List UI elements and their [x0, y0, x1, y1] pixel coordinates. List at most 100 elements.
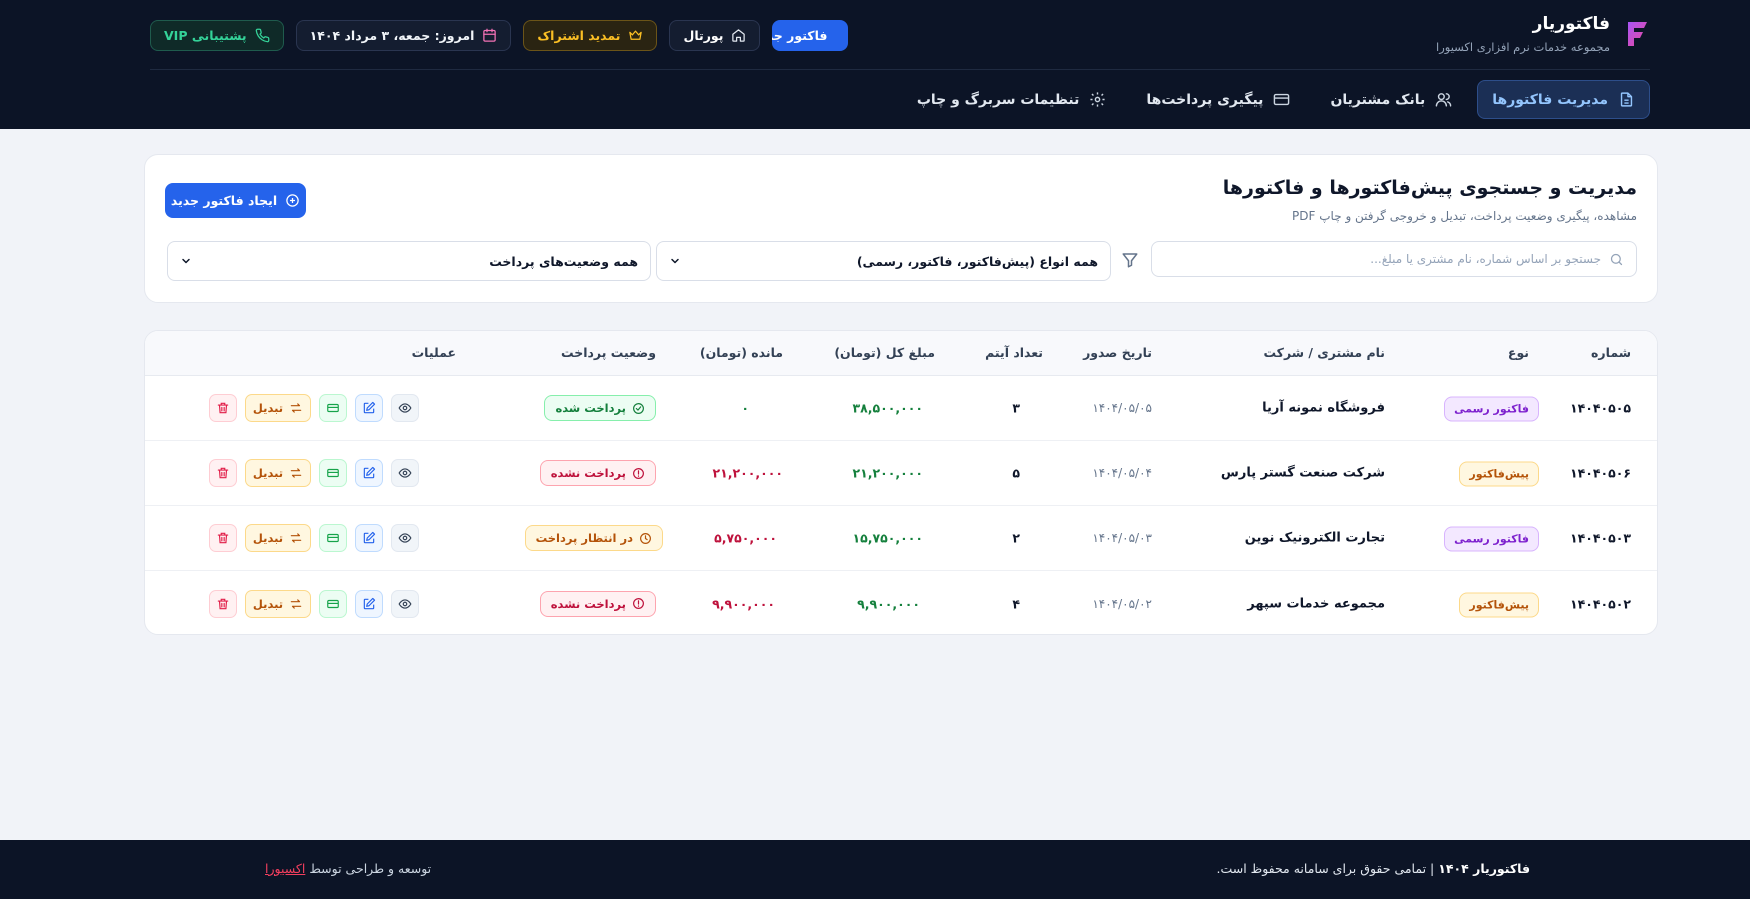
nav-payments-label: پیگیری پرداخت‌ها	[1146, 91, 1264, 108]
brand-subtitle: مجموعه خدمات نرم افزاری اکسیورا	[1436, 40, 1610, 54]
vip-support-button[interactable]: پشتیبانی VIP	[150, 20, 284, 51]
alert-circle-icon	[633, 467, 644, 479]
renew-subscription-button[interactable]: تمدید اشتراک	[523, 20, 658, 51]
view-button[interactable]	[391, 394, 419, 422]
total-amount: ۲۱,۲۰۰,۰۰۰	[852, 465, 923, 481]
credit-card-icon	[327, 403, 339, 413]
vip-support-label: پشتیبانی VIP	[164, 28, 247, 43]
col-type[interactable]: نوع	[1508, 345, 1529, 360]
nav-payments[interactable]: پیگیری پرداخت‌ها	[1131, 80, 1305, 119]
swap-arrows-icon	[290, 403, 302, 413]
search-box	[1151, 241, 1637, 277]
remaining-amount: ۵,۷۵۰,۰۰۰	[714, 530, 777, 546]
delete-button[interactable]	[209, 394, 237, 422]
trash-icon	[217, 598, 229, 609]
nav-customers-label: بانک مشتریان	[1330, 91, 1426, 108]
customer-name: شرکت صنعت گستر پارس	[1220, 465, 1385, 481]
col-number[interactable]: شماره	[1591, 345, 1631, 360]
edit-button[interactable]	[355, 459, 383, 487]
col-status[interactable]: وضعیت پرداخت	[561, 345, 656, 360]
view-button[interactable]	[391, 589, 419, 618]
today-date-badge: امروز: جمعه، ۳ مرداد ۱۴۰۴	[295, 20, 512, 51]
convert-button[interactable]: تبدیل	[245, 394, 311, 422]
item-count: ۳	[1012, 400, 1020, 416]
edit-button[interactable]	[355, 524, 383, 552]
clock-icon	[640, 532, 651, 544]
payment-button[interactable]	[319, 524, 347, 552]
eye-icon	[398, 533, 412, 543]
eye-icon	[398, 403, 412, 413]
convert-button[interactable]: تبدیل	[245, 459, 311, 487]
customer-name: فروشگاه نمونه آریا	[1262, 400, 1385, 416]
view-button[interactable]	[391, 524, 419, 552]
col-customer[interactable]: نام مشتری / شرکت	[1263, 345, 1385, 360]
edit-icon	[363, 401, 376, 414]
calendar-icon	[483, 28, 497, 42]
convert-button[interactable]: تبدیل	[245, 589, 311, 618]
top-actions: پشتیبانی VIP امروز: جمعه، ۳ مرداد ۱۴۰۴ ت…	[150, 20, 849, 51]
row-operations: تبدیل	[209, 459, 419, 487]
delete-button[interactable]	[209, 589, 237, 618]
alert-circle-icon	[633, 598, 644, 609]
crown-icon	[629, 30, 643, 40]
phone-icon	[255, 28, 269, 43]
payment-button[interactable]	[319, 394, 347, 422]
remaining-amount: ۲۱,۲۰۰,۰۰۰	[712, 465, 783, 481]
footer-credit: توسعه و طراحی توسط اکسیورا	[265, 861, 431, 876]
convert-button[interactable]: تبدیل	[245, 524, 311, 552]
credit-card-icon	[1274, 93, 1290, 106]
brand[interactable]: فاکتوریار مجموعه خدمات نرم افزاری اکسیور…	[1436, 14, 1650, 54]
search-input[interactable]	[1164, 252, 1601, 266]
new-invoice-top-button[interactable]: فاکتور جدید	[772, 20, 849, 51]
edit-icon	[363, 597, 376, 609]
search-icon	[1610, 253, 1623, 265]
edit-button[interactable]	[355, 394, 383, 422]
renew-subscription-label: تمدید اشتراک	[537, 28, 621, 43]
table-row: ۱۴۰۴۰۵۰۶ پیش‌فاکتور شرکت صنعت گستر پارس …	[145, 441, 1657, 506]
status-filter-select[interactable]: همه وضعیت‌های پرداخت	[167, 241, 651, 281]
footer-brand: فاکتوریار ۱۴۰۴	[1438, 861, 1530, 876]
credit-card-icon	[327, 468, 339, 478]
type-filter-select[interactable]: همه انواع (پیش‌فاکتور، فاکتور، رسمی)	[656, 241, 1111, 281]
eye-icon	[398, 598, 412, 609]
footer-credit-link[interactable]: اکسیورا	[265, 861, 305, 876]
document-icon	[1620, 92, 1633, 107]
check-circle-icon	[633, 402, 644, 414]
trash-icon	[217, 402, 229, 414]
delete-button[interactable]	[209, 459, 237, 487]
col-total[interactable]: مبلغ کل (تومان)	[834, 345, 935, 360]
view-button[interactable]	[391, 459, 419, 487]
table-row: ۱۴۰۴۰۵۰۲ پیش‌فاکتور مجموعه خدمات سپهر ۱۴…	[145, 571, 1657, 634]
gear-icon	[1090, 92, 1105, 107]
swap-arrows-icon	[290, 468, 302, 478]
total-amount: ۹,۹۰۰,۰۰۰	[857, 596, 920, 611]
invoice-number: ۱۴۰۴۰۵۰۵	[1569, 400, 1631, 416]
main-nav: مدیریت فاکتورها بانک مشتریان پیگیری پردا…	[902, 80, 1650, 119]
nav-print-settings[interactable]: تنظیمات سربرگ و چاپ	[902, 80, 1122, 119]
nav-customers[interactable]: بانک مشتریان	[1315, 80, 1467, 119]
filter-icon	[1122, 253, 1138, 268]
payment-button[interactable]	[319, 589, 347, 618]
payment-status-badge: در انتظار پرداخت	[524, 525, 663, 551]
customer-name: مجموعه خدمات سپهر	[1247, 596, 1385, 611]
col-remaining[interactable]: مانده (تومان)	[700, 345, 783, 360]
col-date[interactable]: تاریخ صدور	[1083, 345, 1152, 360]
customer-name: تجارت الکترونیک نوین	[1244, 530, 1385, 546]
issue-date: ۱۴۰۴/۰۵/۰۴	[1092, 466, 1152, 480]
nav-invoices[interactable]: مدیریت فاکتورها	[1477, 80, 1650, 119]
convert-label: تبدیل	[252, 466, 284, 480]
edit-button[interactable]	[355, 589, 383, 618]
trash-icon	[217, 467, 229, 479]
type-badge: فاکتور رسمی	[1444, 526, 1539, 552]
type-filter-value: همه انواع (پیش‌فاکتور، فاکتور، رسمی)	[856, 253, 1098, 269]
footer-rights: | تمامی حقوق برای سامانه محفوظ است.	[1216, 861, 1435, 876]
col-items[interactable]: تعداد آیتم	[985, 345, 1043, 360]
remaining-amount: ۹,۹۰۰,۰۰۰	[712, 596, 775, 611]
delete-button[interactable]	[209, 524, 237, 552]
total-amount: ۱۵,۷۵۰,۰۰۰	[852, 530, 923, 546]
portal-button[interactable]: پورتال	[669, 20, 761, 51]
payment-button[interactable]	[319, 459, 347, 487]
create-invoice-button[interactable]: ایجاد فاکتور جدید	[165, 183, 306, 218]
portal-label: پورتال	[683, 28, 724, 43]
convert-label: تبدیل	[252, 596, 284, 611]
